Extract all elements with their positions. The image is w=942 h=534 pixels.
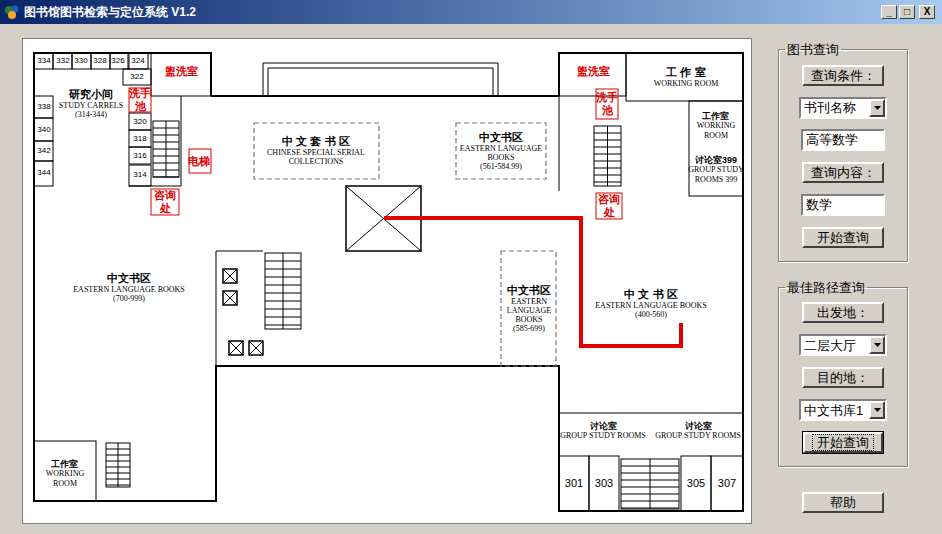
to-button[interactable]: 目的地： bbox=[802, 366, 884, 389]
map-label: 讨论室399GROUP STUDYROOMS 399 bbox=[688, 155, 744, 184]
map-label: 318 bbox=[133, 134, 146, 143]
map-label: 303 bbox=[595, 477, 613, 490]
book-search-button[interactable]: 开始查询 bbox=[802, 226, 884, 249]
window-title: 图书馆图书检索与定位系统 V1.2 bbox=[24, 3, 877, 21]
to-dropdown[interactable]: 中文书库1 bbox=[799, 399, 887, 421]
from-button[interactable]: 出发地： bbox=[802, 301, 884, 324]
map-label: 328 bbox=[93, 56, 106, 65]
map-label: 电梯 bbox=[188, 155, 210, 168]
map-label: 工 作 室WORKING ROOM bbox=[654, 66, 719, 88]
map-label: 324 bbox=[131, 56, 144, 65]
map-label: 320 bbox=[133, 117, 146, 126]
map-label: 305 bbox=[687, 477, 705, 490]
window-control-button[interactable]: _ bbox=[881, 5, 897, 19]
content-button[interactable]: 查询内容： bbox=[802, 161, 884, 184]
map-label: 326 bbox=[111, 56, 124, 65]
map-label: 盥洗室 bbox=[165, 65, 198, 78]
route-search-button[interactable]: 开始查询 bbox=[802, 431, 884, 454]
control-panel: 图书查询查询条件：书刊名称高等数学查询内容：数学开始查询最佳路径查询出发地：二层… bbox=[778, 40, 908, 514]
map-label: 314 bbox=[133, 170, 146, 179]
map-label: 洗手池 bbox=[128, 87, 152, 112]
map-label: 338 bbox=[37, 102, 50, 111]
map-label: 讨论室GROUP STUDY ROOMS bbox=[560, 421, 646, 441]
window-control-button[interactable]: X bbox=[919, 5, 935, 19]
map-label: 301 bbox=[565, 477, 583, 490]
condition-input[interactable]: 高等数学 bbox=[801, 129, 885, 151]
dropdown-arrow-icon bbox=[874, 408, 881, 412]
map-label: 研究小间STUDY CARRELS(314-344) bbox=[59, 88, 123, 119]
map-label: 工作室WORKINGROOM bbox=[697, 111, 736, 140]
map-label: 洗手池 bbox=[595, 91, 619, 116]
map-label: 332 bbox=[56, 56, 69, 65]
dropdown-arrow-icon bbox=[874, 343, 881, 347]
from-dropdown[interactable]: 二层大厅 bbox=[799, 334, 887, 356]
condition-button[interactable]: 查询条件： bbox=[802, 64, 884, 87]
map-label: 340 bbox=[37, 125, 50, 134]
help-button[interactable]: 帮助 bbox=[802, 491, 884, 514]
app-window: 图书馆图书检索与定位系统 V1.2 _□ X 334 332 330 328 326 324 32… bbox=[0, 0, 942, 534]
map-label: 咨询处 bbox=[597, 193, 621, 218]
window-control-button[interactable]: □ bbox=[899, 5, 915, 19]
app-icon bbox=[4, 4, 20, 20]
map-label: 中文书区EASTERNLANGUAGEBOOKS(585-699) bbox=[507, 284, 551, 333]
condition-dropdown[interactable]: 书刊名称 bbox=[799, 97, 887, 119]
map-label: 工作室WORKINGROOM bbox=[46, 459, 85, 488]
map-label: 330 bbox=[74, 56, 87, 65]
map-label: 中 文 书 区EASTERN LANGUAGE BOOKS(400-560) bbox=[595, 288, 707, 319]
map-label: 讨论室GROUP STUDY ROOMS bbox=[655, 421, 741, 441]
map-label: 中文书区EASTERN LANGUAGE BOOKS(700-999) bbox=[73, 272, 185, 303]
map-label: 中文书区EASTERN LANGUAGEBOOKS(561-584.99) bbox=[460, 131, 542, 171]
map-label: 344 bbox=[37, 168, 50, 177]
map-label: 咨询处 bbox=[153, 189, 177, 214]
window-body: 334 332 330 328 326 324 322 320 318 316 314 338 340 3… bbox=[0, 24, 942, 534]
map-label: 334 bbox=[37, 56, 50, 65]
content-input[interactable]: 数学 bbox=[801, 194, 885, 216]
title-bar: 图书馆图书检索与定位系统 V1.2 _□ X bbox=[0, 0, 942, 24]
map-label: 中 文 套 书 区CHINESE SPECIAL SERIALCOLLECTIO… bbox=[267, 135, 365, 166]
map-label: 322 bbox=[130, 72, 143, 81]
route-search-group: 最佳路径查询出发地：二层大厅目的地：中文书库1开始查询 bbox=[778, 278, 908, 468]
map-label: 342 bbox=[37, 146, 50, 155]
dropdown-arrow-icon bbox=[874, 106, 881, 110]
floor-map: 334 332 330 328 326 324 322 320 318 316 314 338 340 3… bbox=[23, 39, 751, 523]
best-route bbox=[384, 218, 681, 346]
map-label: 盥洗室 bbox=[577, 65, 610, 78]
map-label: 316 bbox=[133, 151, 146, 160]
book-search-group: 图书查询查询条件：书刊名称高等数学查询内容：数学开始查询 bbox=[778, 40, 908, 262]
map-label: 307 bbox=[718, 477, 736, 490]
